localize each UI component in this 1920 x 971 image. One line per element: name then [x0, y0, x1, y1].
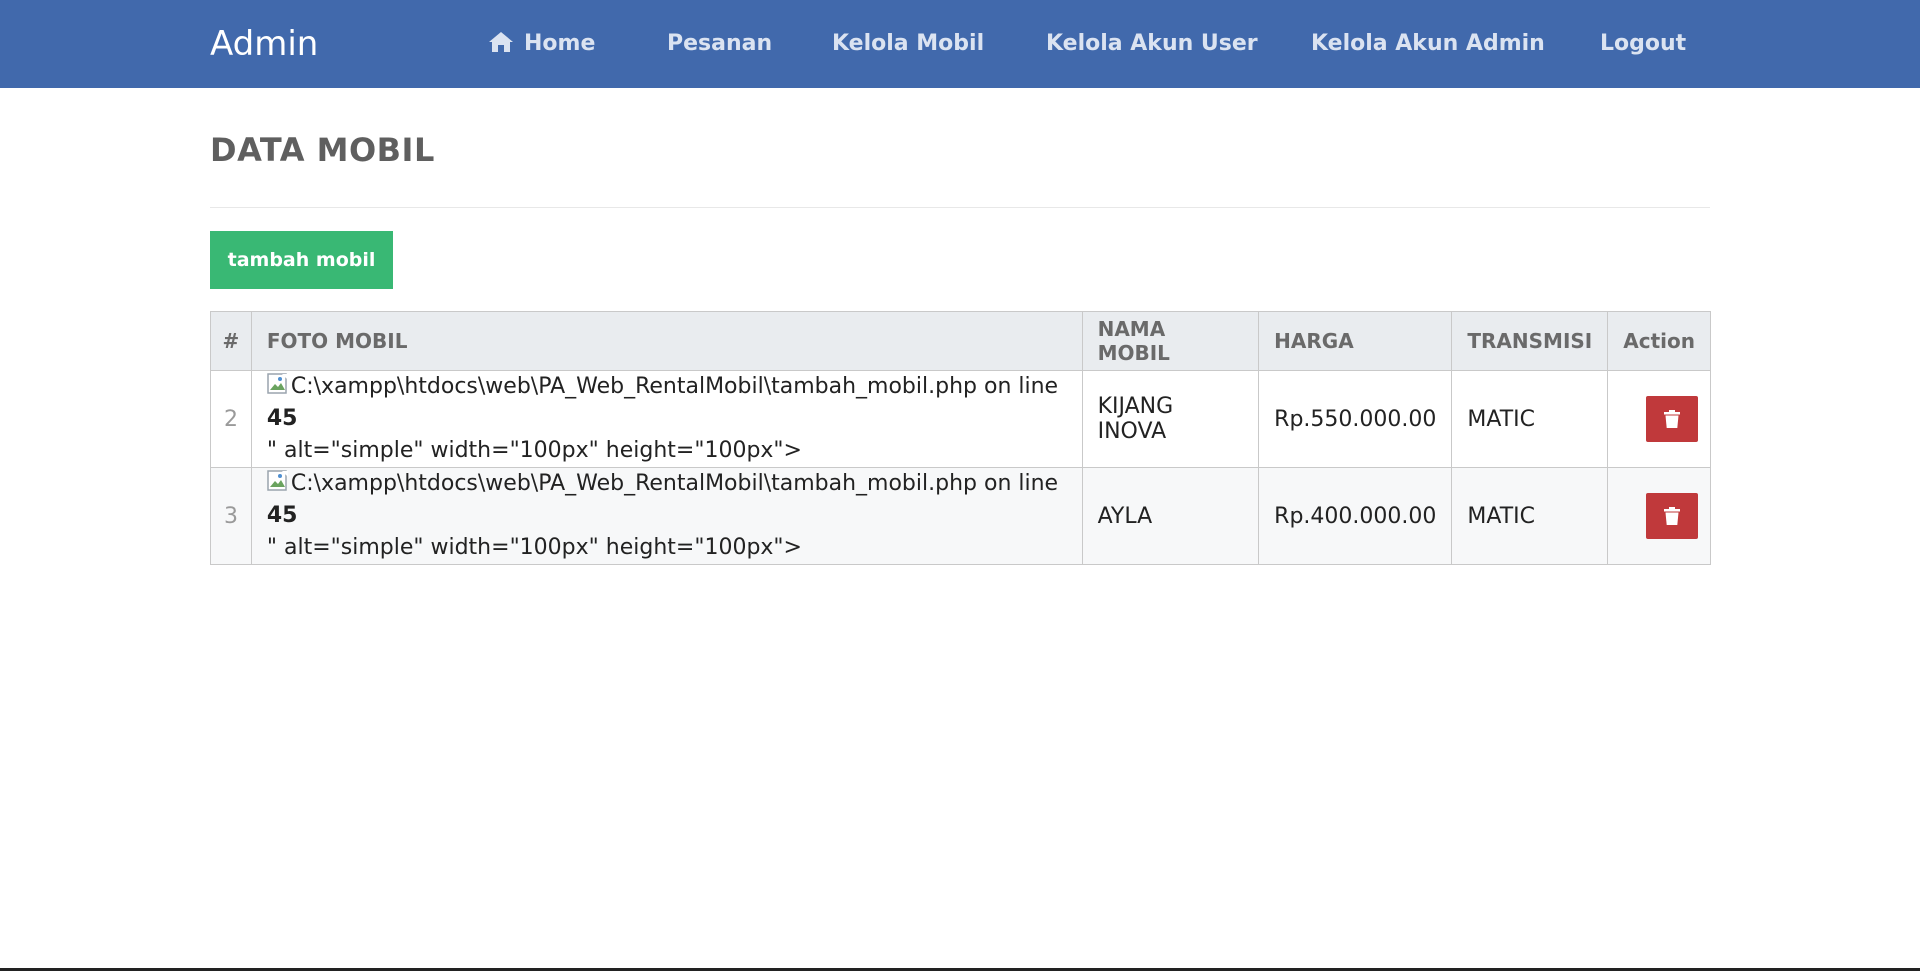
table-row: 3 C:\xampp\htdocs\web\PA_Web_RentalMobil… — [210, 467, 1711, 565]
nav-item-pesanan[interactable]: Pesanan — [667, 28, 772, 60]
trash-icon — [1664, 507, 1680, 525]
nav-item-home-label: Home — [524, 31, 596, 56]
nama-cell: AYLA — [1081, 467, 1260, 565]
page-title: DATA MOBIL — [210, 131, 435, 169]
nav-item-kelola-akun-user[interactable]: Kelola Akun User — [1046, 28, 1258, 60]
action-cell — [1607, 370, 1711, 468]
table-row: 2 C:\xampp\htdocs\web\PA_Web_RentalMobil… — [210, 370, 1711, 468]
header-harga: HARGA — [1258, 311, 1453, 371]
top-navbar: Admin Home Pesanan Kelola Mobil Kelola A… — [0, 0, 1920, 88]
nav-item-kelola-mobil[interactable]: Kelola Mobil — [832, 28, 984, 60]
header-action: Action — [1607, 311, 1711, 371]
foto-path-text: C:\xampp\htdocs\web\PA_Web_RentalMobil\t… — [290, 374, 1059, 399]
foto-line-number: 45 — [266, 503, 298, 528]
nav-item-home[interactable]: Home — [488, 28, 595, 63]
broken-image-icon — [267, 373, 289, 395]
harga-cell: Rp.400.000.00 — [1258, 467, 1453, 565]
foto-line-number: 45 — [266, 406, 298, 431]
harga-cell: Rp.550.000.00 — [1258, 370, 1453, 468]
broken-image-icon — [267, 470, 289, 492]
foto-tail-text: " alt="simple" width="100px" height="100… — [266, 535, 802, 560]
header-foto-mobil: FOTO MOBIL — [250, 311, 1083, 371]
delete-button[interactable] — [1646, 493, 1698, 539]
row-number: 2 — [210, 370, 252, 468]
header-transmisi: TRANSMISI — [1451, 311, 1609, 371]
foto-tail-text: " alt="simple" width="100px" height="100… — [266, 438, 802, 463]
home-icon — [488, 31, 514, 63]
transmisi-cell: MATIC — [1451, 370, 1609, 468]
navbar-brand[interactable]: Admin — [210, 22, 318, 66]
nav-item-kelola-akun-admin[interactable]: Kelola Akun Admin — [1311, 28, 1545, 60]
title-divider — [210, 207, 1710, 208]
table-header-row: # FOTO MOBIL NAMA MOBIL HARGA TRANSMISI … — [210, 311, 1711, 371]
header-nama-mobil: NAMA MOBIL — [1081, 311, 1260, 371]
transmisi-cell: MATIC — [1451, 467, 1609, 565]
row-number: 3 — [210, 467, 252, 565]
action-cell — [1607, 467, 1711, 565]
nama-cell: KIJANG INOVA — [1081, 370, 1260, 468]
header-number: # — [210, 311, 252, 371]
delete-button[interactable] — [1646, 396, 1698, 442]
foto-cell: C:\xampp\htdocs\web\PA_Web_RentalMobil\t… — [250, 467, 1083, 565]
trash-icon — [1664, 410, 1680, 428]
foto-path-text: C:\xampp\htdocs\web\PA_Web_RentalMobil\t… — [290, 471, 1059, 496]
add-car-button[interactable]: tambah mobil — [210, 231, 393, 289]
foto-cell: C:\xampp\htdocs\web\PA_Web_RentalMobil\t… — [250, 370, 1083, 468]
nav-item-logout[interactable]: Logout — [1600, 28, 1686, 60]
car-table: # FOTO MOBIL NAMA MOBIL HARGA TRANSMISI … — [210, 311, 1711, 565]
